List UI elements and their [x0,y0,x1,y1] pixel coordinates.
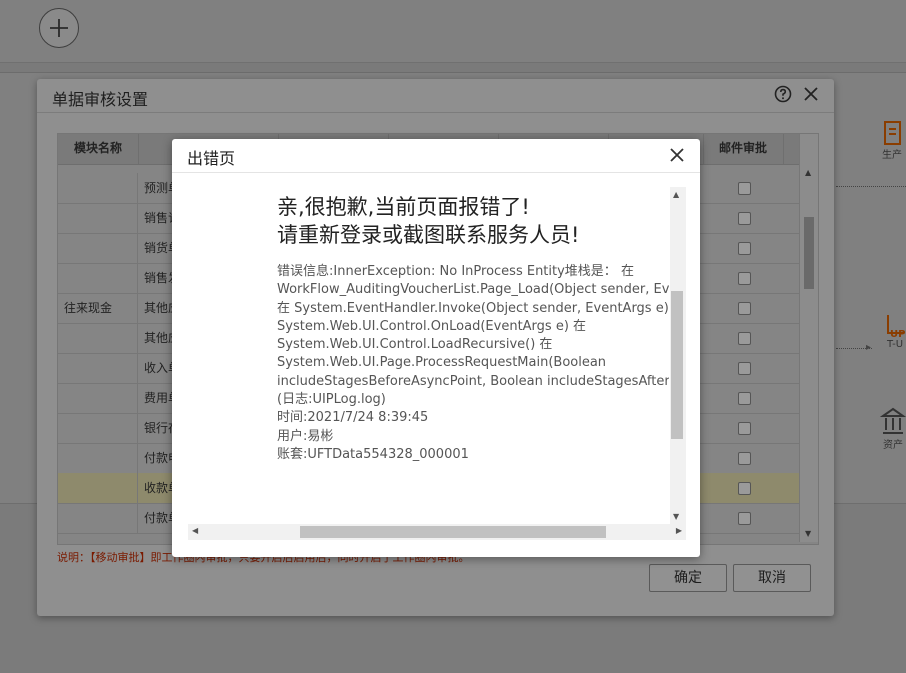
help-icon[interactable] [774,85,792,103]
error-content: 亲,很抱歉,当前页面报错了! 请重新登录或截图联系服务人员! 错误信息:Inne… [277,187,669,524]
cell-module [58,443,138,473]
scrollbar-thumb[interactable] [671,291,683,439]
svg-text:UP: UP [890,329,905,339]
dialog-header: 单据审核设置 [37,79,834,113]
cell-module [58,353,138,383]
mail-approval-checkbox[interactable] [738,392,751,405]
mail-approval-checkbox[interactable] [738,212,751,225]
error-details: 错误信息:InnerException: No InProcess Entity… [277,263,669,464]
error-horizontal-scrollbar[interactable]: ◀ ▶ [188,524,686,540]
mail-approval-checkbox[interactable] [738,302,751,315]
mail-approval-checkbox[interactable] [738,242,751,255]
cell-module: 往来现金 [58,293,138,323]
mail-approval-checkbox[interactable] [738,422,751,435]
error-dialog: 出错页 亲,很抱歉,当前页面报错了! 请重新登录或截图联系服务人员! 错误信息:… [172,139,700,557]
error-user: 用户:易彬 [277,428,334,444]
flow-node-assets[interactable]: 资产 [880,406,906,451]
cancel-button[interactable]: 取消 [733,564,811,592]
error-detail-line: System.Web.UI.Control.OnLoad(EventArgs e… [277,318,587,334]
mail-approval-checkbox[interactable] [738,272,751,285]
cell-module [58,473,138,503]
add-button[interactable] [39,8,79,48]
top-toolbar [0,0,906,63]
cell-module [58,383,138,413]
dialog-title: 单据审核设置 [52,90,149,109]
cell-module [58,203,138,233]
error-detail-line: System.Web.UI.Page.ProcessRequestMain(Bo… [277,355,607,371]
error-vertical-scrollbar[interactable]: ▲ ▼ [670,187,686,524]
error-content-frame[interactable]: 亲,很抱歉,当前页面报错了! 请重新登录或截图联系服务人员! 错误信息:Inne… [172,187,688,540]
error-headline: 请重新登录或截图联系服务人员! [277,223,580,247]
error-time: 时间:2021/7/24 8:39:45 [277,410,429,426]
cell-module [58,173,138,203]
mail-approval-checkbox[interactable] [738,452,751,465]
close-icon[interactable] [668,146,686,164]
error-headline: 亲,很抱歉,当前页面报错了! [277,195,530,219]
flow-node-production[interactable]: 生产 [878,120,906,161]
mail-approval-checkbox[interactable] [738,362,751,375]
bank-icon [880,407,906,434]
scroll-down-icon[interactable]: ▼ [805,529,811,538]
error-detail-line: (日志:UIPLog.log) [277,392,386,408]
error-detail-line: WorkFlow_AuditingVoucherList.Page_Load(O… [277,282,669,298]
scroll-up-icon[interactable]: ▲ [805,168,811,177]
flow-connector [836,186,906,187]
scroll-down-icon[interactable]: ▼ [673,512,679,521]
plus-icon [50,19,68,37]
flow-node-label: T-U [886,339,904,350]
error-dialog-header: 出错页 [172,139,700,173]
mail-approval-checkbox[interactable] [738,332,751,345]
mail-approval-checkbox[interactable] [738,482,751,495]
table-vertical-scrollbar[interactable]: ▲ ▼ [799,134,818,542]
column-header-mail-approval: 邮件审批 [703,134,784,164]
upload-icon: UP [887,315,905,339]
document-icon [884,121,901,145]
scrollbar-thumb[interactable] [300,526,606,538]
confirm-button[interactable]: 确定 [649,564,727,592]
error-detail-line: System.Web.UI.Control.LoadRecursive() 在 [277,337,553,353]
cell-module [58,413,138,443]
flow-node-label: 生产 [882,150,902,161]
scroll-right-icon[interactable]: ▶ [676,526,682,535]
mail-approval-checkbox[interactable] [738,182,751,195]
scroll-up-icon[interactable]: ▲ [673,190,679,199]
cell-module [58,263,138,293]
scroll-left-icon[interactable]: ◀ [192,526,198,535]
close-icon[interactable] [802,85,820,103]
flow-node-tu[interactable]: UP T-U [884,313,906,350]
error-detail-line: includeStagesBeforeAsyncPoint, Boolean i… [277,373,669,389]
arrow-right-icon: ▸ [866,342,872,353]
flow-node-label: 资产 [883,440,903,451]
cell-module [58,233,138,263]
cell-module [58,503,138,533]
column-header-module: 模块名称 [58,134,139,164]
error-detail-line: 在 System.EventHandler.Invoke(Object send… [277,300,669,316]
scrollbar-thumb[interactable] [804,217,814,289]
error-detail-line: 错误信息:InnerException: No InProcess Entity… [277,264,634,279]
toolbar-divider [0,63,906,73]
error-dialog-title: 出错页 [187,149,236,168]
mail-approval-checkbox[interactable] [738,512,751,525]
error-account: 账套:UFTData554328_000001 [277,446,469,462]
cell-module [58,323,138,353]
